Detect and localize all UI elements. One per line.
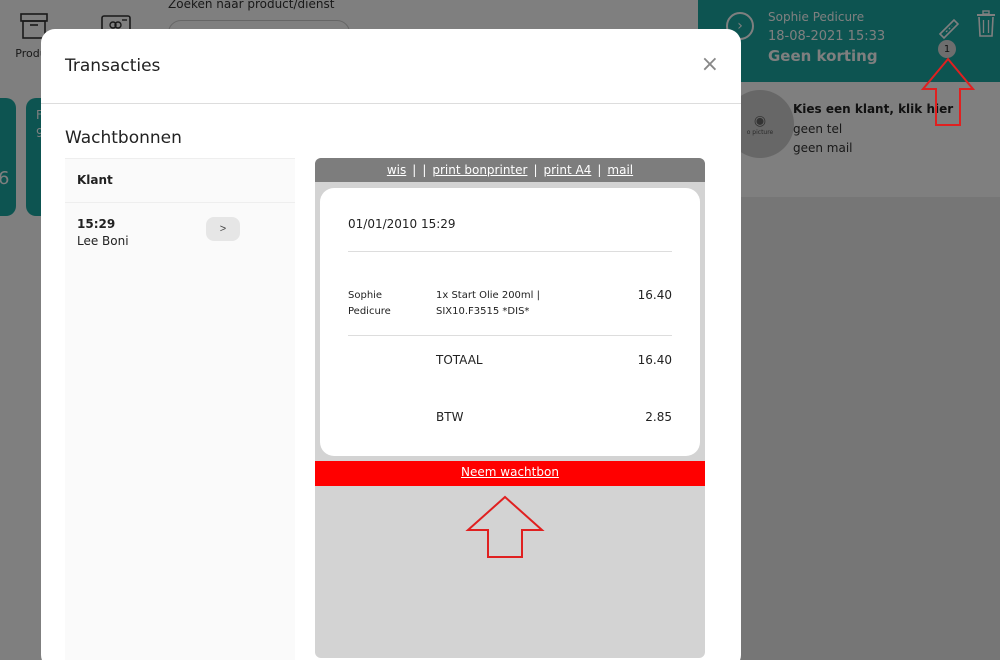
arrow-up-annotation-icon xyxy=(920,57,976,126)
separator: | xyxy=(422,163,427,177)
clear-link[interactable]: wis xyxy=(387,163,406,177)
section-title: Wachtbonnen xyxy=(65,128,182,148)
total-amount: 16.40 xyxy=(637,353,672,367)
receipt-date: 01/01/2010 15:29 xyxy=(348,217,456,231)
modal-header: Transacties × xyxy=(41,29,741,104)
employee-line: Sophie xyxy=(348,290,383,301)
arrow-up-annotation-icon xyxy=(465,495,545,558)
take-waiting-receipt-button[interactable]: Neem wachtbon xyxy=(315,461,705,486)
separator: | xyxy=(533,163,538,177)
print-a4-link[interactable]: print A4 xyxy=(544,163,592,177)
vat-amount: 2.85 xyxy=(645,410,672,424)
mail-link[interactable]: mail xyxy=(607,163,633,177)
close-icon[interactable]: × xyxy=(701,54,719,76)
modal-title: Transacties xyxy=(65,56,161,76)
receipt-toolbar: wis | | print bonprinter | print A4 | ma… xyxy=(315,158,705,182)
divider xyxy=(348,335,672,336)
print-receipt-printer-link[interactable]: print bonprinter xyxy=(432,163,527,177)
separator: | xyxy=(597,163,602,177)
receipt-employee: Sophie Pedicure xyxy=(348,288,428,320)
divider xyxy=(348,251,672,252)
receipt-customer-name: Lee Boni xyxy=(77,234,129,248)
transactions-modal: Transacties × Wachtbonnen Klant 15:29 Le… xyxy=(41,29,741,660)
item-amount: 16.40 xyxy=(637,288,672,302)
receipt-item: 1x Start Olie 200ml | SIX10.F3515 *DIS* xyxy=(436,288,586,320)
receipt-preview: wis | | print bonprinter | print A4 | ma… xyxy=(315,158,705,658)
vat-label: BTW xyxy=(436,410,464,424)
receipt-time: 15:29 xyxy=(77,217,116,231)
employee-line: Pedicure xyxy=(348,306,391,317)
item-line: 1x Start Olie 200ml | xyxy=(436,290,540,301)
total-label: TOTAAL xyxy=(436,353,483,367)
separator: | xyxy=(412,163,417,177)
list-header: Klant xyxy=(65,158,295,203)
waiting-receipts-list: Klant 15:29 Lee Boni > xyxy=(65,158,295,660)
item-line: SIX10.F3515 *DIS* xyxy=(436,306,530,317)
open-receipt-button[interactable]: > xyxy=(206,217,240,241)
list-item[interactable]: 15:29 Lee Boni > xyxy=(65,203,295,263)
receipt-card: 01/01/2010 15:29 Sophie Pedicure 1x Star… xyxy=(320,188,700,456)
